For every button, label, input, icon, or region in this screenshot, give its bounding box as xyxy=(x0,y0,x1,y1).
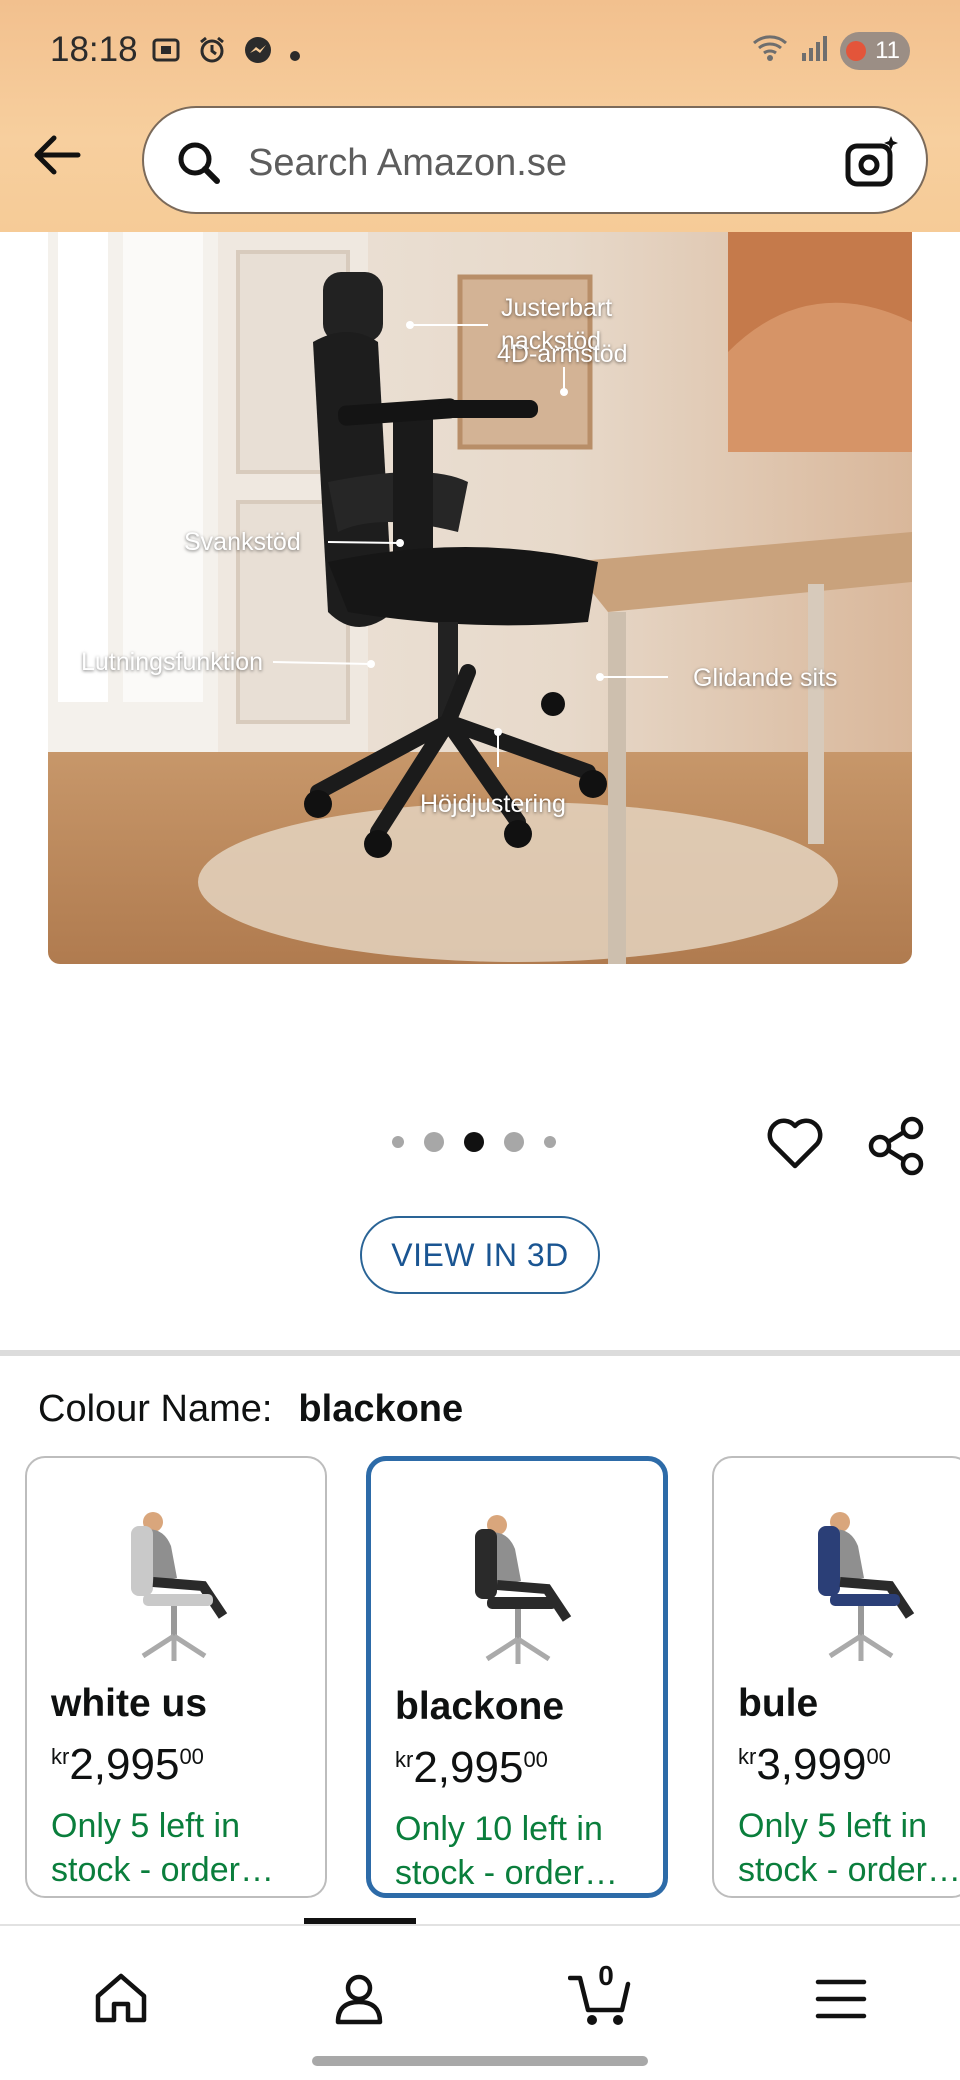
search-bar[interactable]: Search Amazon.se xyxy=(142,106,928,214)
status-bar: 18:18 11 xyxy=(0,0,960,104)
price-fraction: 00 xyxy=(866,1744,891,1769)
price-fraction: 00 xyxy=(523,1747,548,1772)
variant-stock-status: Only 5 left in stock - order… xyxy=(51,1807,274,1889)
heart-icon xyxy=(767,1118,823,1169)
product-image[interactable]: Justerbart nackstöd 4D-armstöd Svankstöd… xyxy=(48,232,912,964)
price-whole: 3,999 xyxy=(756,1740,867,1789)
label-height-adjustment: Höjdjustering xyxy=(420,790,566,818)
alarm-icon xyxy=(196,34,228,74)
home-icon xyxy=(95,1973,147,2023)
nav-cart[interactable]: 0 xyxy=(566,1960,636,2034)
section-divider xyxy=(0,1350,960,1356)
carousel-dot[interactable] xyxy=(504,1132,524,1152)
label-lumbar: Svankstöd xyxy=(184,528,301,556)
variant-price: kr2,99500 xyxy=(395,1743,548,1793)
system-home-indicator[interactable] xyxy=(312,2056,648,2066)
battery-icon: 11 xyxy=(840,32,910,70)
screenshot-icon xyxy=(150,34,182,74)
label-sliding-seat: Glidande sits xyxy=(693,664,838,692)
price-whole: 2,995 xyxy=(413,1743,524,1792)
wifi-icon xyxy=(750,33,790,70)
price-currency: kr xyxy=(738,1744,757,1769)
variant-name: blackone xyxy=(395,1685,565,1728)
menu-icon xyxy=(815,1979,867,2019)
variant-stock-status: Only 5 left in stock - order… xyxy=(738,1807,960,1889)
app-header: 18:18 11 Search Amazon.se xyxy=(0,0,960,232)
search-input[interactable]: Search Amazon.se xyxy=(248,142,567,185)
colour-value: blackone xyxy=(298,1388,464,1430)
share-button[interactable] xyxy=(868,1116,924,1176)
image-carousel-dots xyxy=(392,1132,556,1152)
variant-name: white us xyxy=(51,1682,208,1725)
camera-search-icon[interactable] xyxy=(844,134,900,190)
variant-price: kr2,99500 xyxy=(51,1740,204,1790)
nav-account[interactable] xyxy=(324,1964,394,2034)
view-in-3d-button[interactable]: VIEW IN 3D xyxy=(360,1216,600,1294)
label-armrest: 4D-armstöd xyxy=(497,340,628,368)
arrow-left-icon xyxy=(34,135,81,175)
variant-card-white-us[interactable]: white us kr2,99500 Only 5 left in stock … xyxy=(25,1456,327,1898)
messenger-icon xyxy=(242,34,274,74)
share-icon xyxy=(868,1116,924,1176)
carousel-dot-active[interactable] xyxy=(464,1132,484,1152)
variant-thumbnail xyxy=(131,1512,228,1661)
variant-thumbnail xyxy=(818,1512,915,1661)
variant-stock-status: Only 10 left in stock - order… xyxy=(395,1810,618,1892)
status-time: 18:18 xyxy=(50,30,138,69)
carousel-dot[interactable] xyxy=(392,1136,404,1148)
variant-card-bule[interactable]: bule kr3,99900 Only 5 left in stock - or… xyxy=(712,1456,960,1898)
signal-icon xyxy=(800,33,830,70)
price-whole: 2,995 xyxy=(69,1740,180,1789)
nav-home[interactable] xyxy=(86,1964,156,2034)
price-fraction: 00 xyxy=(179,1744,204,1769)
colour-label: Colour Name: xyxy=(38,1388,273,1430)
price-currency: kr xyxy=(395,1747,414,1772)
battery-level: 11 xyxy=(875,37,900,64)
office-chair-photo xyxy=(48,232,912,964)
variant-thumbnail xyxy=(475,1515,572,1664)
notification-icons xyxy=(150,34,302,74)
label-tilt: Lutningsfunktion xyxy=(81,648,264,676)
colour-name-row: Colour Name: blackone xyxy=(38,1388,463,1431)
system-icons: 11 xyxy=(750,32,910,70)
variant-name: bule xyxy=(738,1682,819,1725)
variant-price: kr3,99900 xyxy=(738,1740,891,1790)
account-icon xyxy=(335,1974,383,2025)
price-currency: kr xyxy=(51,1744,70,1769)
back-button[interactable] xyxy=(28,130,88,180)
search-icon xyxy=(176,140,222,186)
carousel-dot[interactable] xyxy=(544,1136,556,1148)
variant-card-blackone[interactable]: blackone kr2,99500 Only 10 left in stock… xyxy=(366,1456,668,1898)
dot-icon xyxy=(288,37,302,71)
carousel-dot[interactable] xyxy=(424,1132,444,1152)
wishlist-button[interactable] xyxy=(766,1116,824,1170)
nav-menu[interactable] xyxy=(806,1964,876,2034)
cart-count-badge: 0 xyxy=(598,1960,614,1991)
